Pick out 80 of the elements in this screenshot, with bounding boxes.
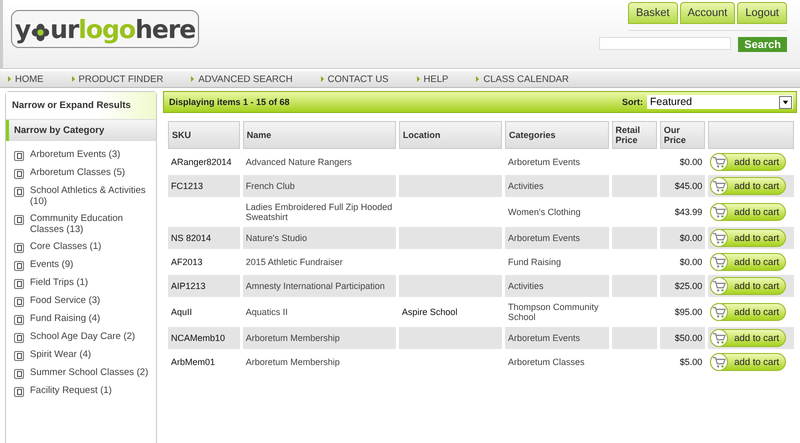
category-link[interactable]: School Athletics & Activities (10) [30,185,155,207]
nav-link[interactable]: CLASS CALENDAR [483,74,569,84]
table-cell-text: Arboretum Classes [507,356,586,369]
category-link[interactable]: School Age Day Care (2) [30,331,155,342]
add-to-cart-button[interactable]: add to cart [710,229,786,247]
sidebar-title: Narrow or Expand Results [6,92,156,120]
column-header: Name [242,121,396,149]
add-to-cart-button[interactable]: add to cart [710,277,786,295]
table-cell-text: Arboretum Membership [244,356,341,369]
table-cell: Nature's Studio [242,227,396,249]
add-to-cart-button[interactable]: add to cart [710,153,786,171]
table-cell-text: 2015 Athletic Fundraiser [244,256,344,269]
add-to-cart-button[interactable]: add to cart [710,203,786,221]
table-cell: Arboretum Events [505,227,609,249]
table-cell: Activities [505,175,609,197]
sort-label: Sort: [622,97,643,107]
table-cell-text: Aspire School [400,306,458,319]
table-cell-text: Aquatics II [244,306,289,319]
table-cell: French Club [242,175,396,197]
column-header: Our Price [660,121,706,149]
category-link[interactable]: Facility Request (1) [30,385,155,396]
table-cell-text: Women's Clothing [507,206,582,219]
nav-link[interactable]: PRODUCT FINDER [78,74,164,84]
add-to-cart-button[interactable]: add to cart [710,303,786,321]
table-cell: NS 82014 [168,227,240,249]
category-link[interactable]: Spirit Wear (4) [30,349,155,360]
table-cell-text: $0.00 [678,256,704,269]
add-to-cart-button[interactable]: add to cart [710,353,786,371]
category-link[interactable]: Food Service (3) [30,295,155,306]
add-to-cart-button[interactable]: add to cart [710,177,786,195]
category-link[interactable]: Fund Raising (4) [30,313,155,324]
table-cell-text: $0.00 [678,156,704,169]
account-button[interactable]: Account [680,2,736,24]
category-link[interactable]: Arboretum Classes (5) [30,167,155,178]
table-cell-text: Arboretum Events [507,156,582,169]
table-cell-text: AF2013 [170,256,204,269]
table-cell-text: ArbMem01 [170,356,216,369]
table-cell-text: Advanced Nature Rangers [244,156,353,169]
table-cell: FC1213 [168,175,240,197]
table-cell: Arboretum Events [505,327,609,349]
table-cell-text: $95.00 [674,306,704,319]
table-cell-text: AquII [170,306,194,319]
table-cell-text: Ladies Embroidered Full Zip Hooded Sweatshirt [244,201,394,224]
table-cell: $25.00 [660,275,706,297]
account-button[interactable]: Basket [628,2,678,24]
category-link[interactable]: Events (9) [30,259,155,270]
add-to-cart-button[interactable]: add to cart [710,253,786,271]
category-link[interactable]: Core Classes (1) [30,241,155,252]
column-header: SKU [168,121,240,149]
nav-link[interactable]: HOME [15,74,44,84]
category-link[interactable]: Summer School Classes (2) [30,367,155,378]
column-header: Location [398,121,502,149]
table-cell: $45.00 [660,175,706,197]
column-header: Categories [505,121,609,149]
nav-link[interactable]: ADVANCED SEARCH [198,74,293,84]
results-summary: Displaying items 1 - 15 of 68 [169,97,290,107]
table-cell-text: $43.99 [674,206,704,219]
nav-link[interactable]: HELP [424,74,448,84]
nav-link[interactable]: CONTACT US [328,74,389,84]
section-heading: Narrow by Category [6,120,156,141]
table-cell: Amnesty International Participation [242,275,396,297]
table-cell-text: Fund Raising [507,256,562,269]
table-cell: Arboretum Membership [242,327,396,349]
table-cell-text: $5.00 [678,356,704,369]
table-cell-text: Thompson Community School [507,301,600,324]
category-link[interactable]: Field Trips (1) [30,277,155,288]
account-button[interactable]: Logout [737,2,787,24]
sort-dropdown[interactable]: Featured [647,95,793,109]
column-header: Retail Price [612,121,657,149]
table-cell: $0.00 [660,227,706,249]
table-cell: $50.00 [660,327,706,349]
category-link[interactable]: Community Education Classes (13) [30,213,155,235]
category-link[interactable]: Arboretum Events (3) [30,149,155,160]
logo: y urlogohere [11,10,199,48]
table-cell: AIP1213 [168,275,240,297]
table-cell-text: ARanger82014 [170,156,233,169]
table-cell: NCAMemb10 [168,327,240,349]
table-cell: Activities [505,275,609,297]
search-button[interactable]: Search [738,37,787,52]
add-to-cart-button[interactable]: add to cart [710,329,786,347]
